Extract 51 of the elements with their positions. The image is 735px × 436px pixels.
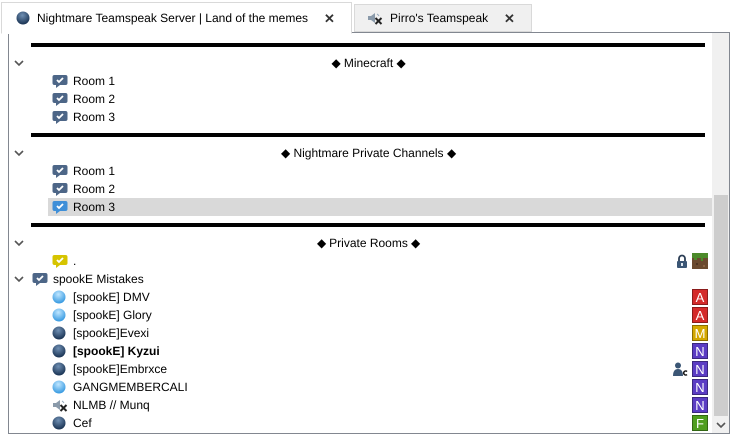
channel-name[interactable]: Room 3 [73, 200, 116, 214]
client-name[interactable]: NLMB // Munq [73, 398, 150, 412]
spacer-title[interactable]: ◆ Nightmare Private Channels ◆ [32, 146, 712, 160]
client-name[interactable]: [spookE] Glory [73, 308, 152, 322]
close-icon[interactable]: ✕ [324, 10, 336, 26]
chevron-icon[interactable] [14, 60, 24, 66]
group-badge: N [692, 379, 708, 395]
channel-name[interactable]: . [73, 254, 76, 268]
group-badge: N [692, 361, 708, 377]
scrollbar[interactable] [712, 33, 729, 433]
spacer-title[interactable]: ◆ Minecraft ◆ [32, 56, 712, 70]
lock-icon [676, 254, 688, 268]
chevron-icon[interactable] [14, 240, 24, 246]
client-name[interactable]: [spookE]Evexi [73, 326, 150, 340]
client-name[interactable]: [spookE]Embrxce [73, 362, 168, 376]
client-name[interactable]: GANGMEMBERCALI [73, 380, 188, 394]
channel-name[interactable]: Room 1 [73, 74, 116, 88]
chat-bubble-icon [52, 110, 68, 124]
group-badge: N [692, 343, 708, 359]
group-badge: M [692, 325, 708, 341]
channel-name[interactable]: Room 1 [73, 164, 116, 178]
group-badge: N [692, 397, 708, 413]
chat-bubble-icon [32, 272, 48, 286]
chat-bubble-icon [52, 92, 68, 106]
server-tab[interactable]: Pirro's Teamspeak ✕ [354, 4, 532, 32]
close-icon[interactable]: ✕ [504, 10, 516, 26]
channel-name[interactable]: Room 3 [73, 110, 116, 124]
chat-bubble-icon [52, 182, 68, 196]
group-badge: F [692, 415, 708, 431]
client-name[interactable]: [spookE] Kyzui [73, 344, 160, 358]
channel-name[interactable]: Room 2 [73, 182, 116, 196]
group-badge: A [692, 289, 708, 305]
client-name[interactable]: [spookE] DMV [73, 290, 150, 304]
speaker-muted-icon [367, 11, 384, 25]
scrollbar-thumb[interactable] [714, 195, 728, 416]
chat-bubble-icon [52, 254, 68, 268]
chat-bubble-icon [52, 164, 68, 178]
scroll-down-icon[interactable] [716, 422, 726, 429]
channel-name[interactable]: Room 2 [73, 92, 116, 106]
client-name[interactable]: Cef [73, 416, 92, 430]
selected-row-highlight[interactable]: Room 3 [48, 198, 712, 216]
group-badge: A [692, 307, 708, 323]
chevron-icon[interactable] [14, 150, 24, 156]
chat-bubble-icon [52, 200, 68, 214]
chevron-icon[interactable] [14, 276, 24, 282]
chat-bubble-icon [52, 74, 68, 88]
spacer-title[interactable]: ◆ Private Rooms ◆ [32, 236, 712, 250]
channel-name[interactable]: spookE Mistakes [53, 272, 144, 286]
server-status-icon [16, 11, 30, 25]
server-tab[interactable]: Nightmare Teamspeak Server | Land of the memes ✕ [1, 2, 352, 34]
grass-block-icon [692, 253, 708, 269]
